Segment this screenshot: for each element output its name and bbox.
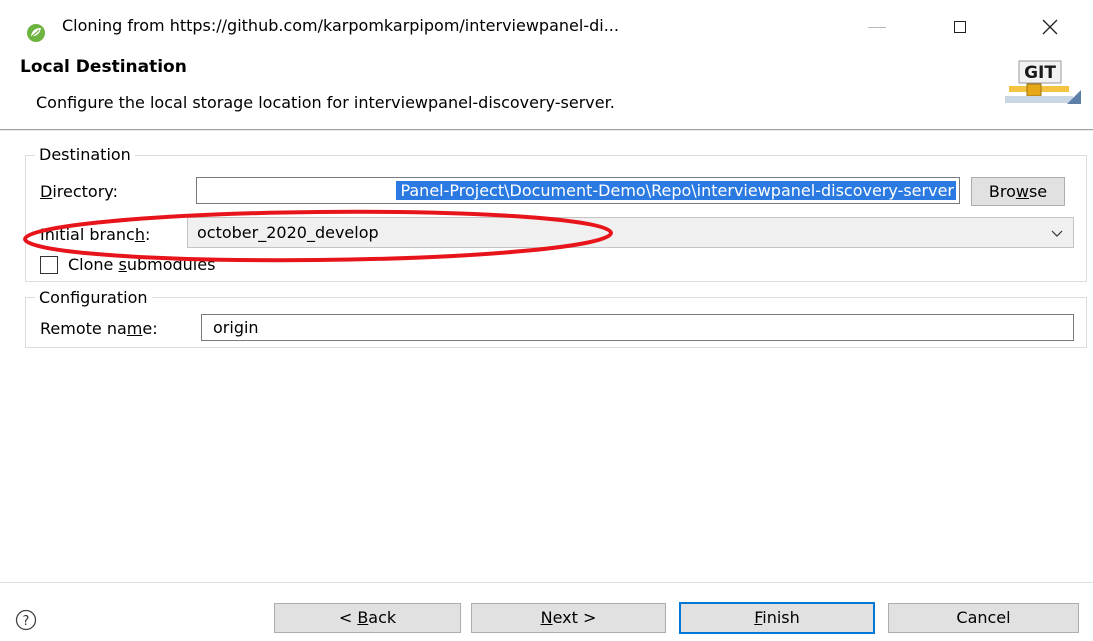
remote-name-label: Remote name: — [40, 319, 158, 338]
svg-text:?: ? — [23, 614, 30, 629]
git-logo-icon: GIT — [1005, 60, 1081, 104]
destination-group-label: Destination — [35, 145, 135, 164]
chevron-down-icon — [1051, 230, 1063, 237]
help-icon[interactable]: ? — [15, 609, 37, 631]
directory-value: Panel-Project\Document-Demo\Repo\intervi… — [396, 181, 956, 200]
next-button[interactable]: Next > — [471, 603, 666, 633]
annotation-ellipse — [23, 209, 613, 263]
page-description: Configure the local storage location for… — [36, 93, 615, 112]
cancel-button[interactable]: Cancel — [888, 603, 1079, 633]
minimize-button[interactable] — [866, 17, 890, 37]
remote-name-input[interactable]: origin — [201, 314, 1074, 341]
close-icon[interactable] — [1039, 16, 1061, 38]
header-separator-shadow — [0, 130, 1093, 131]
maximize-button[interactable] — [951, 18, 969, 36]
remote-name-value: origin — [213, 318, 259, 337]
configuration-group-label: Configuration — [35, 288, 152, 307]
back-button[interactable]: < Back — [274, 603, 461, 633]
browse-button[interactable]: Browse — [971, 177, 1065, 206]
footer-separator — [0, 582, 1093, 583]
finish-button[interactable]: Finish — [679, 602, 875, 634]
window-title: Cloning from https://github.com/karpomka… — [62, 16, 619, 35]
page-title: Local Destination — [20, 57, 187, 77]
git-logo-text: GIT — [1024, 63, 1056, 83]
spring-leaf-icon — [27, 24, 45, 42]
directory-label: Directory: — [40, 182, 118, 201]
directory-input[interactable]: Panel-Project\Document-Demo\Repo\intervi… — [196, 177, 960, 204]
